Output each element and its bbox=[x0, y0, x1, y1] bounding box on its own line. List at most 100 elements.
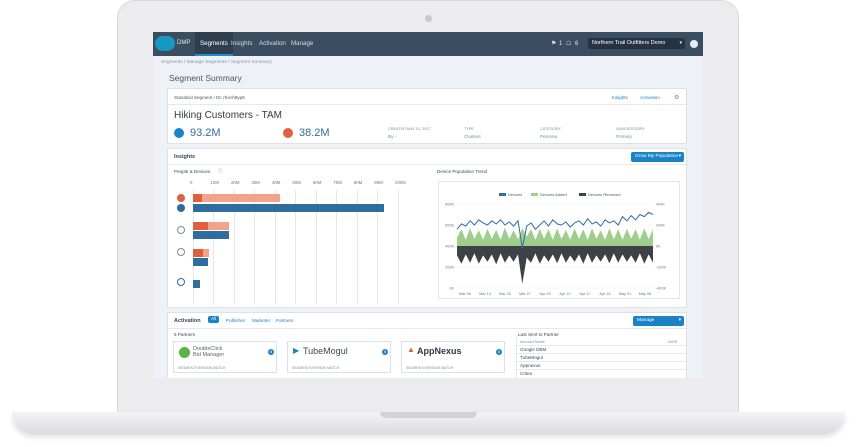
gridline bbox=[397, 190, 399, 304]
partner-card-tubemogul[interactable]: ▶ TubeMogul 5 SEGMENT/VERSION MATCH bbox=[287, 341, 391, 373]
divider bbox=[168, 328, 688, 329]
partner-name-line2: Bid Manager bbox=[193, 352, 225, 358]
gear-icon[interactable] bbox=[690, 40, 698, 48]
grow-population-button[interactable]: Grow My Population ▾ bbox=[631, 152, 684, 162]
manage-button[interactable]: Manage ▾ bbox=[633, 316, 684, 326]
last-sent-row[interactable]: Google DBM bbox=[520, 347, 546, 352]
grow-population-label: Grow My Population bbox=[635, 154, 679, 159]
bar-browsers[interactable] bbox=[193, 231, 229, 239]
manage-label: Manage bbox=[637, 318, 655, 323]
tab-marketer[interactable]: Marketer bbox=[252, 318, 270, 323]
pin-icon[interactable]: ⚑ bbox=[551, 32, 556, 56]
camera-icon bbox=[425, 15, 432, 22]
nav-segments[interactable]: Segments bbox=[195, 32, 233, 56]
category-icon-browsers bbox=[177, 226, 185, 234]
x-tick-label: 0 bbox=[190, 180, 193, 185]
page-title: Segment Summary bbox=[169, 73, 242, 83]
divider bbox=[168, 164, 688, 165]
laptop-notch bbox=[380, 412, 477, 418]
partner-footer: SEGMENT/VERSION MATCH bbox=[178, 366, 226, 370]
bar-persons[interactable] bbox=[202, 194, 280, 202]
insights-link[interactable]: Insights bbox=[612, 95, 628, 100]
doubleclick-logo-icon bbox=[179, 347, 190, 358]
nav-activation[interactable]: Activation bbox=[259, 32, 286, 56]
column-divider bbox=[516, 337, 517, 378]
meta-label-created: CREATED MAY 01, 2017 bbox=[388, 127, 431, 131]
x-tick-label: 80M bbox=[353, 180, 363, 185]
x-tick-label: 20M bbox=[230, 180, 240, 185]
segment-count-devices: 38.2M bbox=[299, 127, 330, 139]
chevron-down-icon: ▾ bbox=[678, 318, 681, 323]
last-sent-row[interactable]: TubeMogul bbox=[520, 355, 543, 360]
bar-browsers[interactable] bbox=[193, 222, 209, 230]
meta-label-subcategory: SUBCATEGORY bbox=[616, 127, 645, 131]
trend-chart-frame bbox=[438, 181, 680, 299]
last-sent-header-date: DATE bbox=[668, 340, 678, 344]
tab-all[interactable]: All bbox=[208, 316, 220, 323]
tab-partners[interactable]: Partners bbox=[276, 318, 293, 323]
activation-link[interactable]: Activation bbox=[640, 95, 660, 100]
insights-title: Insights bbox=[174, 154, 196, 160]
last-sent-row[interactable]: Criteo bbox=[520, 371, 532, 376]
cart-icon[interactable]: ☖ bbox=[566, 32, 571, 56]
divider bbox=[168, 104, 688, 105]
device-trend-title: Device Population Trend bbox=[437, 169, 488, 174]
meta-label-category: CATEGORY bbox=[540, 127, 561, 131]
x-tick-label: 100M bbox=[394, 180, 406, 185]
table-row-divider bbox=[515, 353, 687, 354]
tab-publisher[interactable]: Publisher bbox=[226, 318, 245, 323]
partners-title: 5 Partners bbox=[174, 332, 196, 337]
partner-card-appnexus[interactable]: ▲ AppNexus 5 SEGMENT/VERSION MATCH bbox=[401, 341, 505, 373]
segment-header-card: Standard Segment / ID: rhech8yp8 Insight… bbox=[167, 88, 688, 144]
category-icon-mobile bbox=[177, 248, 185, 256]
x-tick-label: 40M bbox=[271, 180, 281, 185]
top-navigation-bar: DMP Segments Insights Activation Manage … bbox=[153, 32, 703, 56]
partner-card-doubleclick[interactable]: DoubleClick Bid Manager 5 SEGMENT/VERSIO… bbox=[173, 341, 277, 373]
x-tick-label: 60M bbox=[312, 180, 322, 185]
chevron-down-icon: ▾ bbox=[678, 154, 681, 159]
tenant-name: Northern Trail Outfitters Demo bbox=[592, 40, 666, 46]
tubemogul-logo-icon: ▶ bbox=[293, 346, 300, 355]
meta-value-category: Persona bbox=[540, 134, 558, 139]
nav-manage[interactable]: Manage bbox=[291, 32, 313, 56]
bar-browsers[interactable] bbox=[208, 222, 229, 230]
bar-mobile[interactable] bbox=[193, 249, 204, 257]
cart-count: 6 bbox=[575, 41, 579, 47]
nav-insights[interactable]: Insights bbox=[231, 32, 252, 56]
last-sent-row[interactable]: Appnexus bbox=[520, 363, 540, 368]
info-icon[interactable]: ⓘ bbox=[218, 168, 223, 174]
partner-name: TubeMogul bbox=[303, 346, 348, 356]
x-tick-label: 90M bbox=[374, 180, 383, 185]
bar-mobile[interactable] bbox=[203, 249, 210, 257]
partner-name: AppNexus bbox=[417, 346, 462, 356]
table-row-divider bbox=[515, 345, 687, 346]
settings-icon[interactable]: ⚙ bbox=[674, 94, 679, 101]
bar-mobile[interactable] bbox=[193, 258, 209, 266]
salesforce-logo-icon[interactable] bbox=[155, 36, 175, 51]
tenant-selector[interactable]: Northern Trail Outfitters Demo ▾ bbox=[588, 38, 685, 49]
x-tick-label: 30M bbox=[251, 180, 260, 185]
chevron-down-icon: ▾ bbox=[679, 40, 682, 46]
partner-footer: SEGMENT/VERSION MATCH bbox=[406, 366, 454, 370]
bar-persons[interactable] bbox=[193, 194, 203, 202]
last-sent-header-account: Account Name bbox=[520, 340, 545, 344]
partner-footer: SEGMENT/VERSION MATCH bbox=[292, 366, 340, 370]
people-icon bbox=[174, 128, 184, 138]
meta-value-type: Clusters bbox=[464, 134, 481, 139]
partner-badge: 5 bbox=[382, 349, 388, 355]
bar-other[interactable] bbox=[193, 280, 201, 288]
breadcrumb[interactable]: Segments / Manage Segments / Segment Sum… bbox=[161, 60, 272, 65]
meta-value-created: By - bbox=[388, 134, 397, 139]
bar-devices[interactable] bbox=[193, 204, 384, 212]
logo-text: DMP bbox=[177, 40, 191, 46]
category-icon-persons bbox=[177, 194, 185, 202]
partner-badge: 5 bbox=[496, 349, 502, 355]
x-tick-label: 50M bbox=[292, 180, 301, 185]
segment-name: Hiking Customers - TAM bbox=[174, 110, 282, 121]
category-icon-devices bbox=[177, 204, 185, 212]
meta-label-type: TYPE bbox=[464, 127, 474, 131]
alerts-count: 1 bbox=[559, 41, 563, 47]
people-devices-title: People & Devices bbox=[174, 169, 211, 174]
screen: DMP Segments Insights Activation Manage … bbox=[153, 32, 703, 378]
last-sent-title: Last Sent to Partner bbox=[518, 332, 559, 337]
